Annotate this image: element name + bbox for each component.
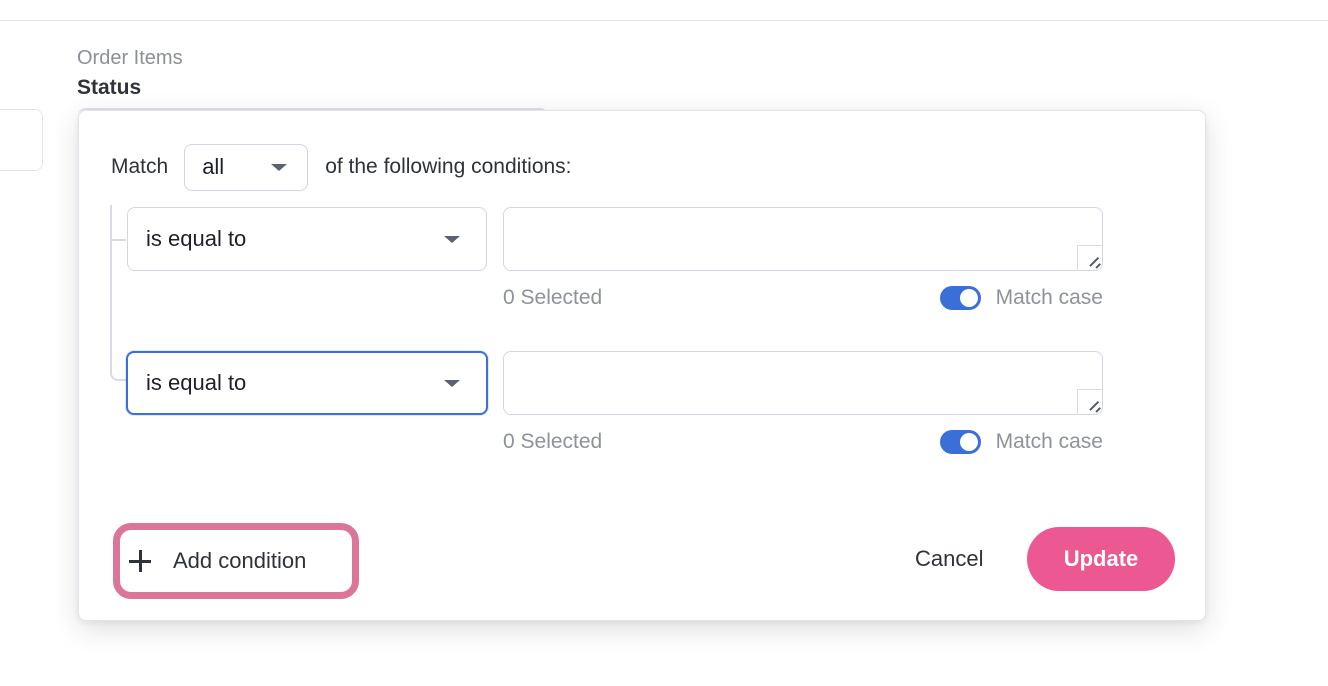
operator-value: is equal to xyxy=(146,370,247,395)
resize-handle-icon[interactable] xyxy=(1077,245,1102,270)
match-suffix-label: of the following conditions: xyxy=(325,155,572,178)
add-condition-button[interactable]: Add condition xyxy=(113,523,359,599)
caret-down-icon xyxy=(444,235,460,243)
update-button[interactable]: Update xyxy=(1027,527,1175,591)
caret-down-icon xyxy=(444,379,460,387)
background-input xyxy=(0,109,43,171)
match-case-toggle[interactable] xyxy=(939,286,981,310)
value-input[interactable] xyxy=(504,208,1102,270)
match-case-toggle[interactable] xyxy=(939,430,981,454)
match-case-label: Match case xyxy=(995,286,1103,309)
match-case-control: Match case xyxy=(939,286,1103,310)
match-label: Match xyxy=(111,155,169,178)
resize-handle-icon[interactable] xyxy=(1077,389,1102,414)
condition-tree-branch xyxy=(110,239,126,241)
caret-down-icon xyxy=(271,163,288,171)
match-case-label: Match case xyxy=(995,430,1103,453)
add-condition-label: Add condition xyxy=(173,548,307,573)
plus-icon xyxy=(129,550,151,572)
condition-meta-row: 0 Selected Match case xyxy=(503,427,1103,457)
value-input-box xyxy=(503,351,1103,415)
match-mode-value: all xyxy=(202,154,225,179)
operator-value: is equal to xyxy=(146,226,247,251)
field-breadcrumb: Order Items xyxy=(77,47,183,69)
value-input-box xyxy=(503,207,1103,271)
cancel-button[interactable]: Cancel xyxy=(915,543,983,575)
operator-select[interactable]: is equal to xyxy=(127,207,487,271)
toggle-knob xyxy=(959,433,978,451)
match-row: Match all of the following conditions: xyxy=(111,143,572,191)
match-case-control: Match case xyxy=(939,430,1103,454)
toggle-knob xyxy=(959,289,978,307)
filter-popover: Match all of the following conditions: i… xyxy=(78,110,1206,621)
operator-select[interactable]: is equal to xyxy=(126,351,488,415)
match-mode-select[interactable]: all xyxy=(184,143,309,191)
top-divider xyxy=(0,20,1328,21)
field-title: Status xyxy=(77,76,142,99)
condition-meta-row: 0 Selected Match case xyxy=(503,283,1103,313)
value-input[interactable] xyxy=(504,352,1102,414)
selected-count: 0 Selected xyxy=(503,430,603,453)
condition-tree-line xyxy=(110,205,126,381)
selected-count: 0 Selected xyxy=(503,286,603,309)
